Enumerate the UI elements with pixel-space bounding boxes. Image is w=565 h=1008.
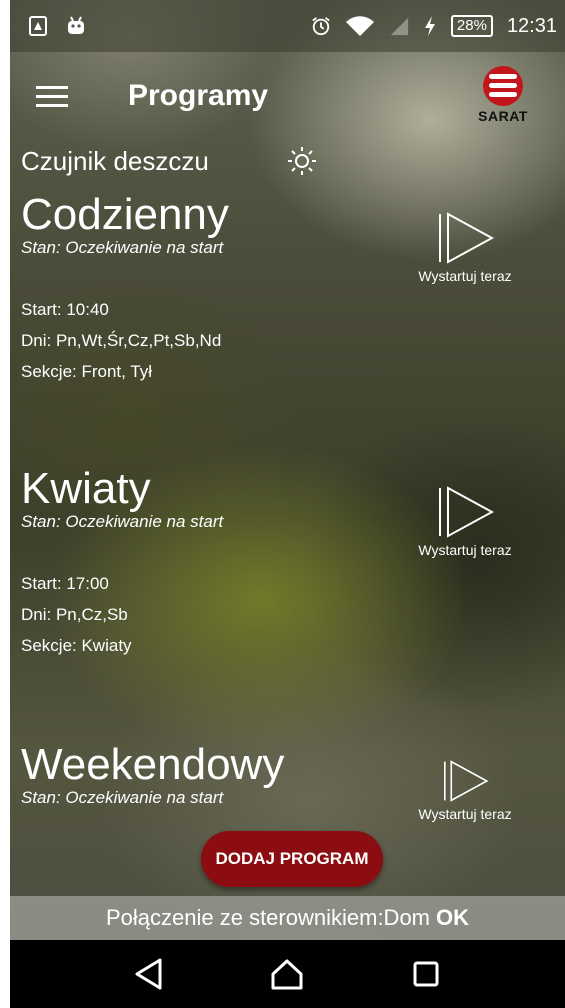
signal-icon [389,15,409,37]
back-icon[interactable] [129,954,169,994]
connection-status-bar: Połączenie ze sterownikiem:Dom OK [10,896,565,940]
add-program-button[interactable]: DODAJ PROGRAM [201,831,383,887]
start-now-label: Wystartuj teraz [418,542,512,558]
status-bar: 28% 12:31 [10,0,565,52]
start-now-button[interactable]: Wystartuj teraz [405,212,525,284]
menu-icon[interactable] [36,76,76,116]
wifi-icon [345,15,375,37]
clock: 12:31 [506,14,557,37]
play-icon [439,212,494,264]
rain-sensor-label: Czujnik deszczu [21,146,209,176]
program-sections: Sekcje: Kwiaty [21,636,132,655]
program-details: Start: 10:40 Dni: Pn,Wt,Śr,Cz,Pt,Sb,Nd S… [21,294,551,387]
program-details: Start: 17:00 Dni: Pn,Cz,Sb Sekcje: Kwiat… [21,568,551,661]
program-start-time: Start: 10:40 [21,300,109,319]
logo-text: SARAT [478,108,528,124]
charging-icon [423,15,437,37]
connection-label: Połączenie ze sterownikiem:Dom [105,905,431,930]
start-now-label: Wystartuj teraz [418,806,512,822]
rain-sensor: Czujnik deszczu [21,146,316,177]
program-days: Dni: Pn,Cz,Sb [21,605,128,624]
start-now-label: Wystartuj teraz [418,268,512,284]
alarm-icon [311,15,331,37]
recent-apps-icon[interactable] [406,954,446,994]
battery-indicator: 28% [450,15,493,37]
play-icon [439,486,494,538]
android-icon [66,15,86,37]
navigation-bar [10,940,565,1008]
program-days: Dni: Pn,Wt,Śr,Cz,Pt,Sb,Nd [21,331,222,350]
program-sections: Sekcje: Front, Tył [21,362,153,381]
screen-edge [0,0,10,1008]
start-now-button[interactable]: Wystartuj teraz [405,760,525,822]
app-bar: Programy SARAT [10,52,565,140]
sarat-logo: SARAT [471,66,535,124]
home-icon[interactable] [267,954,307,994]
sim-card-icon [28,15,48,37]
start-now-button[interactable]: Wystartuj teraz [405,486,525,558]
play-icon [444,760,489,802]
sun-icon [288,147,316,175]
connection-status: OK [436,905,470,930]
program-start-time: Start: 17:00 [21,574,109,593]
page-title: Programy [128,79,269,112]
